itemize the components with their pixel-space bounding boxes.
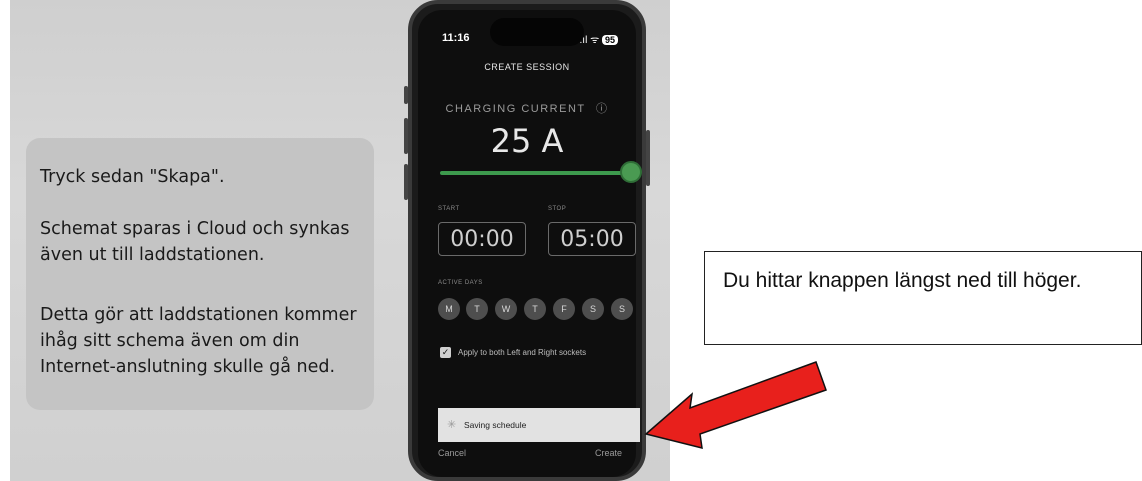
cancel-button[interactable]: Cancel: [438, 448, 466, 458]
active-days-label: ACTIVE DAYS: [438, 280, 483, 286]
screen-title: CREATE SESSION: [484, 62, 570, 72]
day-toggle[interactable]: M: [438, 298, 460, 320]
current-slider-thumb[interactable]: [620, 161, 642, 183]
apply-both-checkbox[interactable]: ✓: [440, 347, 451, 358]
caption-line: även ut till laddstationen.: [40, 245, 265, 265]
toast-text: Saving schedule: [464, 420, 527, 430]
phone-screen: 11:16 .ıl ᯤ 95 CREATE SESSION CHARGING C…: [418, 10, 642, 477]
status-icons: .ıl ᯤ 95: [580, 32, 618, 46]
pointer-arrow-icon: [644, 361, 827, 449]
spinner-icon: ✳: [447, 419, 457, 431]
start-time-field[interactable]: 00:00: [438, 222, 526, 256]
charging-current-value: 25 A: [490, 122, 564, 160]
create-button[interactable]: Create: [595, 448, 622, 458]
battery-icon: 95: [601, 35, 618, 45]
apply-both-label: Apply to both Left and Right sockets: [458, 348, 587, 357]
instruction-caption: Tryck sedan "Skapa". Schemat sparas i Cl…: [26, 138, 374, 410]
caption-line: Internet-anslutning skulle gå ned.: [40, 357, 336, 377]
caption-line: ihåg sitt schema även om din: [40, 331, 300, 351]
saving-toast: ✳ Saving schedule: [438, 408, 640, 442]
hint-text: Du hittar knappen längst ned till höger.: [723, 269, 1082, 292]
status-time: 11:16: [442, 32, 470, 44]
caption-line: Detta gör att laddstationen kommer: [40, 305, 357, 325]
day-toggle[interactable]: S: [582, 298, 604, 320]
day-toggle[interactable]: S: [611, 298, 633, 320]
day-toggle[interactable]: W: [495, 298, 517, 320]
caption-line: Tryck sedan "Skapa".: [40, 167, 225, 187]
caption-line: Schemat sparas i Cloud och synkas: [40, 219, 350, 239]
day-toggle[interactable]: F: [553, 298, 575, 320]
info-icon[interactable]: ⓘ: [596, 103, 609, 115]
hint-callout: Du hittar knappen längst ned till höger.: [704, 251, 1142, 345]
current-slider-track[interactable]: [440, 171, 632, 175]
start-label: START: [438, 206, 460, 212]
phone-power-button: [646, 130, 650, 186]
day-toggle[interactable]: T: [466, 298, 488, 320]
charging-current-text: CHARGING CURRENT: [445, 103, 586, 115]
dynamic-island: [490, 18, 584, 46]
charging-current-label: CHARGING CURRENT ⓘ: [418, 100, 636, 116]
stop-time-field[interactable]: 05:00: [548, 222, 636, 256]
day-toggle[interactable]: T: [524, 298, 546, 320]
stop-label: STOP: [548, 206, 567, 212]
video-frame: Tryck sedan "Skapa". Schemat sparas i Cl…: [10, 0, 670, 481]
phone: 11:16 .ıl ᯤ 95 CREATE SESSION CHARGING C…: [408, 0, 646, 481]
signal-wifi-icon: .ıl ᯤ: [579, 35, 600, 46]
